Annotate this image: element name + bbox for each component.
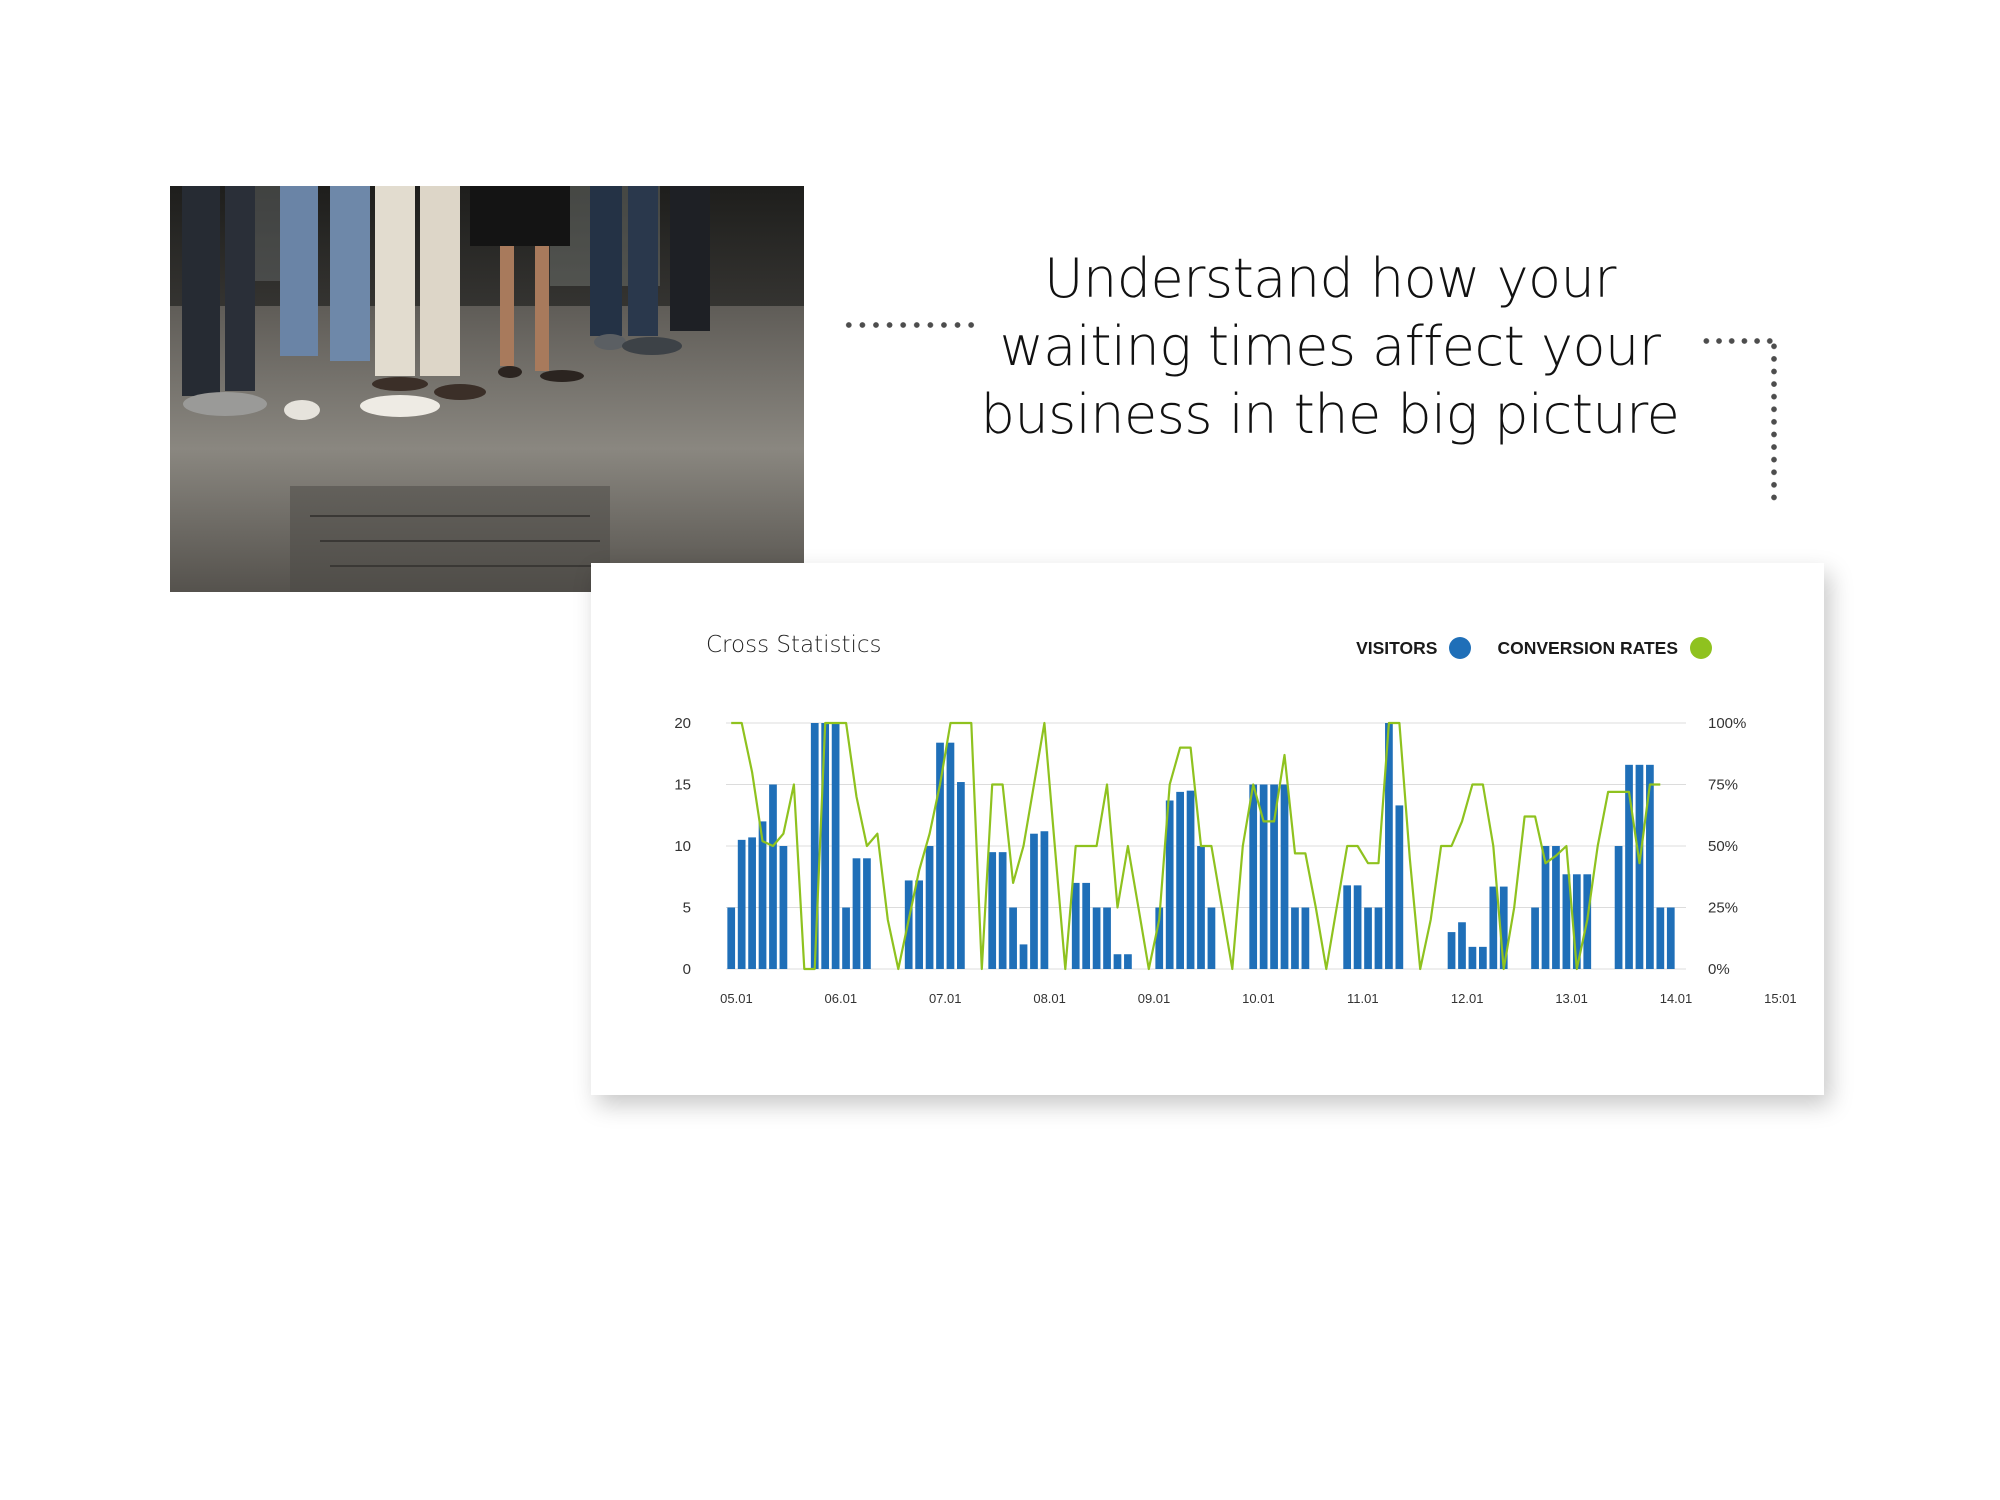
visitors-bar: [1646, 764, 1654, 969]
y-tick-right: 75%: [1708, 777, 1738, 794]
x-tick-label: 08.01: [1033, 991, 1066, 1006]
visitors-bar: [1343, 885, 1352, 969]
y-tick-left: 20: [674, 715, 691, 732]
visitors-bar: [810, 723, 819, 969]
x-tick-label: 05.01: [720, 991, 753, 1006]
visitors-bar: [1040, 831, 1049, 969]
x-tick-label: 14.01: [1660, 991, 1693, 1006]
visitors-bar: [748, 837, 756, 969]
visitors-bar: [821, 723, 830, 969]
visitors-bar: [946, 742, 955, 969]
x-tick-label: 15:01: [1764, 991, 1797, 1006]
visitors-bar: [1280, 784, 1289, 969]
queue-photo-illustration: [170, 186, 804, 592]
y-tick-right: 25%: [1708, 900, 1738, 917]
visitors-bar: [1447, 932, 1456, 969]
dotted-connector-right-horizontal: [1700, 338, 1776, 344]
headline-line-1: Understand how your: [1043, 247, 1617, 310]
visitors-bar: [957, 782, 965, 969]
visitors-bar: [1458, 922, 1466, 969]
visitors-bar: [936, 742, 944, 969]
visitors-bar: [1552, 846, 1560, 969]
headline-line-2: waiting times affect your: [999, 315, 1661, 378]
visitors-bar: [1541, 846, 1550, 969]
visitors-bar: [1207, 907, 1216, 969]
visitors-bar: [831, 723, 840, 969]
visitors-bar: [863, 858, 871, 969]
y-tick-left: 15: [674, 777, 691, 794]
visitors-bar: [1666, 907, 1675, 969]
visitors-bar: [1635, 764, 1644, 969]
visitors-bar: [769, 784, 777, 969]
visitors-bar: [1124, 954, 1132, 969]
visitors-bar: [1291, 907, 1299, 969]
visitors-bar: [779, 846, 788, 969]
y-tick-left: 0: [683, 961, 691, 978]
visitors-bar: [1197, 846, 1205, 969]
visitors-bar: [1071, 882, 1080, 969]
y-tick-left: 10: [674, 838, 691, 855]
visitors-bar: [1103, 907, 1111, 969]
headline: Understand how your waiting times affect…: [960, 245, 1700, 449]
visitors-bar: [1082, 882, 1091, 969]
x-tick-label: 06.01: [825, 991, 858, 1006]
dotted-connector-left: [842, 322, 978, 328]
visitors-bar: [1249, 784, 1258, 969]
visitors-bar: [1176, 791, 1184, 969]
y-tick-right: 50%: [1708, 838, 1738, 855]
visitors-bar: [1270, 784, 1278, 969]
visitors-bar: [1030, 833, 1038, 969]
visitors-bar: [1614, 846, 1623, 969]
visitors-bar: [1353, 885, 1362, 969]
x-tick-label: 09.01: [1138, 991, 1171, 1006]
visitors-bar: [988, 852, 997, 969]
y-tick-right: 100%: [1708, 715, 1746, 732]
visitors-bar: [727, 907, 736, 969]
x-tick-label: 07.01: [929, 991, 962, 1006]
dotted-connector-right-vertical: [1771, 340, 1777, 504]
visitors-bar: [1531, 907, 1539, 969]
visitors-bar: [1113, 954, 1122, 969]
visitors-bar: [1009, 907, 1017, 969]
visitors-bar: [1656, 907, 1665, 969]
visitors-bar: [1364, 907, 1372, 969]
visitors-bar: [842, 907, 850, 969]
x-tick-label: 12.01: [1451, 991, 1484, 1006]
visitors-bar: [915, 880, 923, 969]
visitors-bar: [1479, 946, 1487, 969]
visitors-bar: [1374, 907, 1383, 969]
y-tick-left: 5: [683, 900, 691, 917]
visitors-bar: [1395, 805, 1404, 969]
queue-photo: [170, 186, 804, 592]
visitors-bar: [1186, 790, 1195, 969]
visitors-bar: [998, 852, 1007, 969]
visitors-bar: [1489, 886, 1498, 969]
visitors-bar: [925, 846, 934, 969]
visitors-bar: [737, 839, 746, 969]
visitors-bar: [1468, 946, 1477, 969]
x-tick-label: 13.01: [1555, 991, 1588, 1006]
headline-line-3: business in the big picture: [980, 383, 1680, 446]
chart-area: 0 0% 5 25% 10 50% 15 75% 20 100% 05.01 06.01 07.01 08…: [674, 715, 1797, 1006]
x-tick-label: 10.01: [1242, 991, 1275, 1006]
x-tick-label: 11.01: [1347, 991, 1379, 1006]
visitors-bar: [1019, 944, 1028, 969]
visitors-bar: [852, 858, 861, 969]
y-tick-right: 0%: [1708, 961, 1730, 978]
visitors-bar: [1301, 907, 1310, 969]
cross-statistics-card: Cross Statistics VISITORS CONVERSION RAT…: [591, 563, 1824, 1095]
visitors-bar: [1092, 907, 1101, 969]
